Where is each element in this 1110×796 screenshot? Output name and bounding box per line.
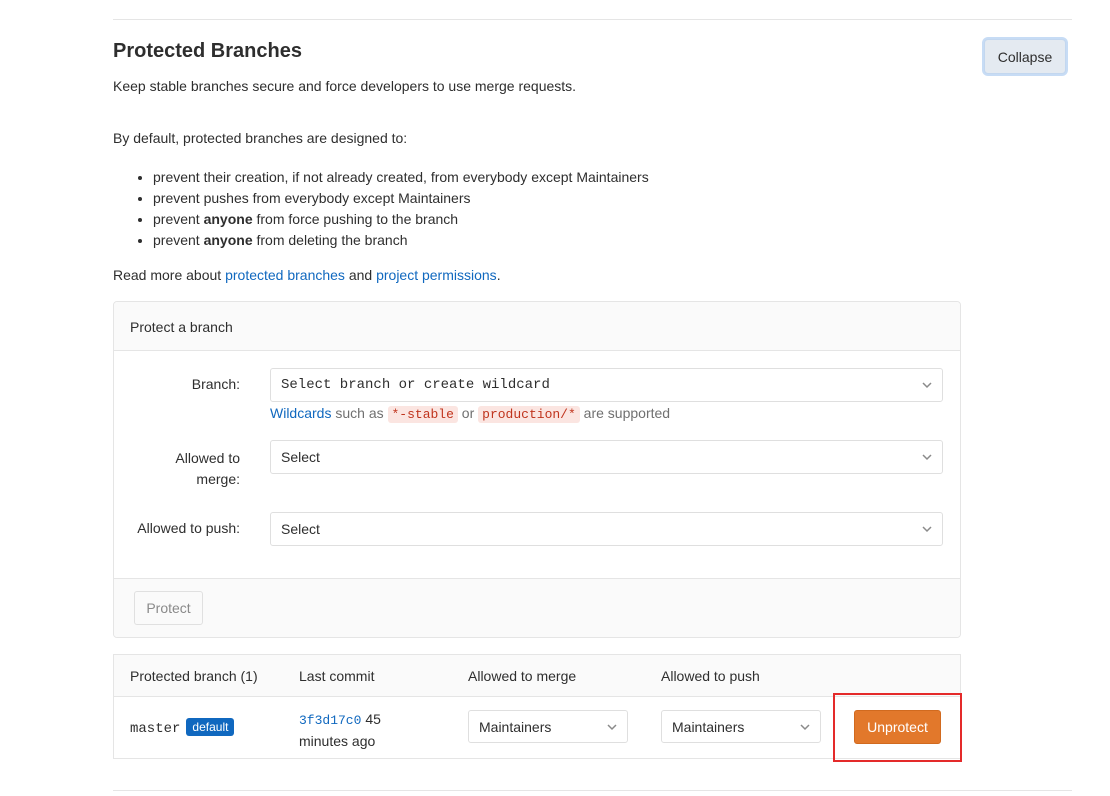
panel-heading: Protect a branch [114,302,960,351]
allowed-merge-select[interactable]: Select [270,440,943,474]
protect-button[interactable]: Protect [134,591,203,625]
rules-intro: By default, protected branches are desig… [113,130,408,146]
rule-item: prevent pushes from everybody except Mai… [153,188,649,209]
wildcard-hint: Wildcards such as *-stable or production… [270,405,671,423]
chevron-down-icon [922,454,932,461]
bottom-divider [113,790,1072,791]
panel-footer: Protect [114,578,960,637]
highlight-box [833,693,962,762]
top-divider [113,19,1072,20]
chevron-down-icon [922,382,932,389]
read-more-text: Read more about protected branches and p… [113,267,501,283]
branch-cell: master default [130,718,235,737]
branch-name: master [130,721,181,737]
merge-access-dropdown[interactable]: Maintainers [468,710,628,743]
push-access-dropdown[interactable]: Maintainers [661,710,821,743]
rule-item: prevent their creation, if not already c… [153,167,649,188]
wildcards-link[interactable]: Wildcards [270,405,331,421]
chevron-down-icon [800,724,810,731]
default-badge: default [186,718,235,736]
chevron-down-icon [922,526,932,533]
wildcard-example: production/* [478,406,580,423]
column-header: Last commit [299,668,375,684]
wildcard-example: *-stable [387,406,458,423]
project-permissions-link[interactable]: project permissions [376,267,497,283]
allowed-push-select[interactable]: Select [270,512,943,546]
collapse-button[interactable]: Collapse [984,39,1066,74]
rule-item: prevent anyone from force pushing to the… [153,209,649,230]
branch-label: Branch: [191,376,240,392]
table-header: Protected branch (1) Last commit Allowed… [114,655,960,697]
column-header: Allowed to push [661,668,760,684]
rules-list: prevent their creation, if not already c… [113,167,649,251]
allowed-merge-label: Allowed to merge: [175,450,240,487]
page-title: Protected Branches [113,40,302,62]
last-commit-cell: 3f3d17c0 45 minutes ago [299,711,381,749]
chevron-down-icon [607,724,617,731]
allowed-push-label: Allowed to push: [137,520,240,536]
protected-branches-link[interactable]: protected branches [225,267,345,283]
rule-item: prevent anyone from deleting the branch [153,230,649,251]
commit-sha-link[interactable]: 3f3d17c0 [299,713,361,728]
protect-branch-panel: Protect a branch Branch: Select branch o… [113,301,961,638]
column-header: Protected branch (1) [130,668,258,684]
column-header: Allowed to merge [468,668,577,684]
section-description: Keep stable branches secure and force de… [113,78,577,94]
branch-select[interactable]: Select branch or create wildcard [270,368,943,402]
